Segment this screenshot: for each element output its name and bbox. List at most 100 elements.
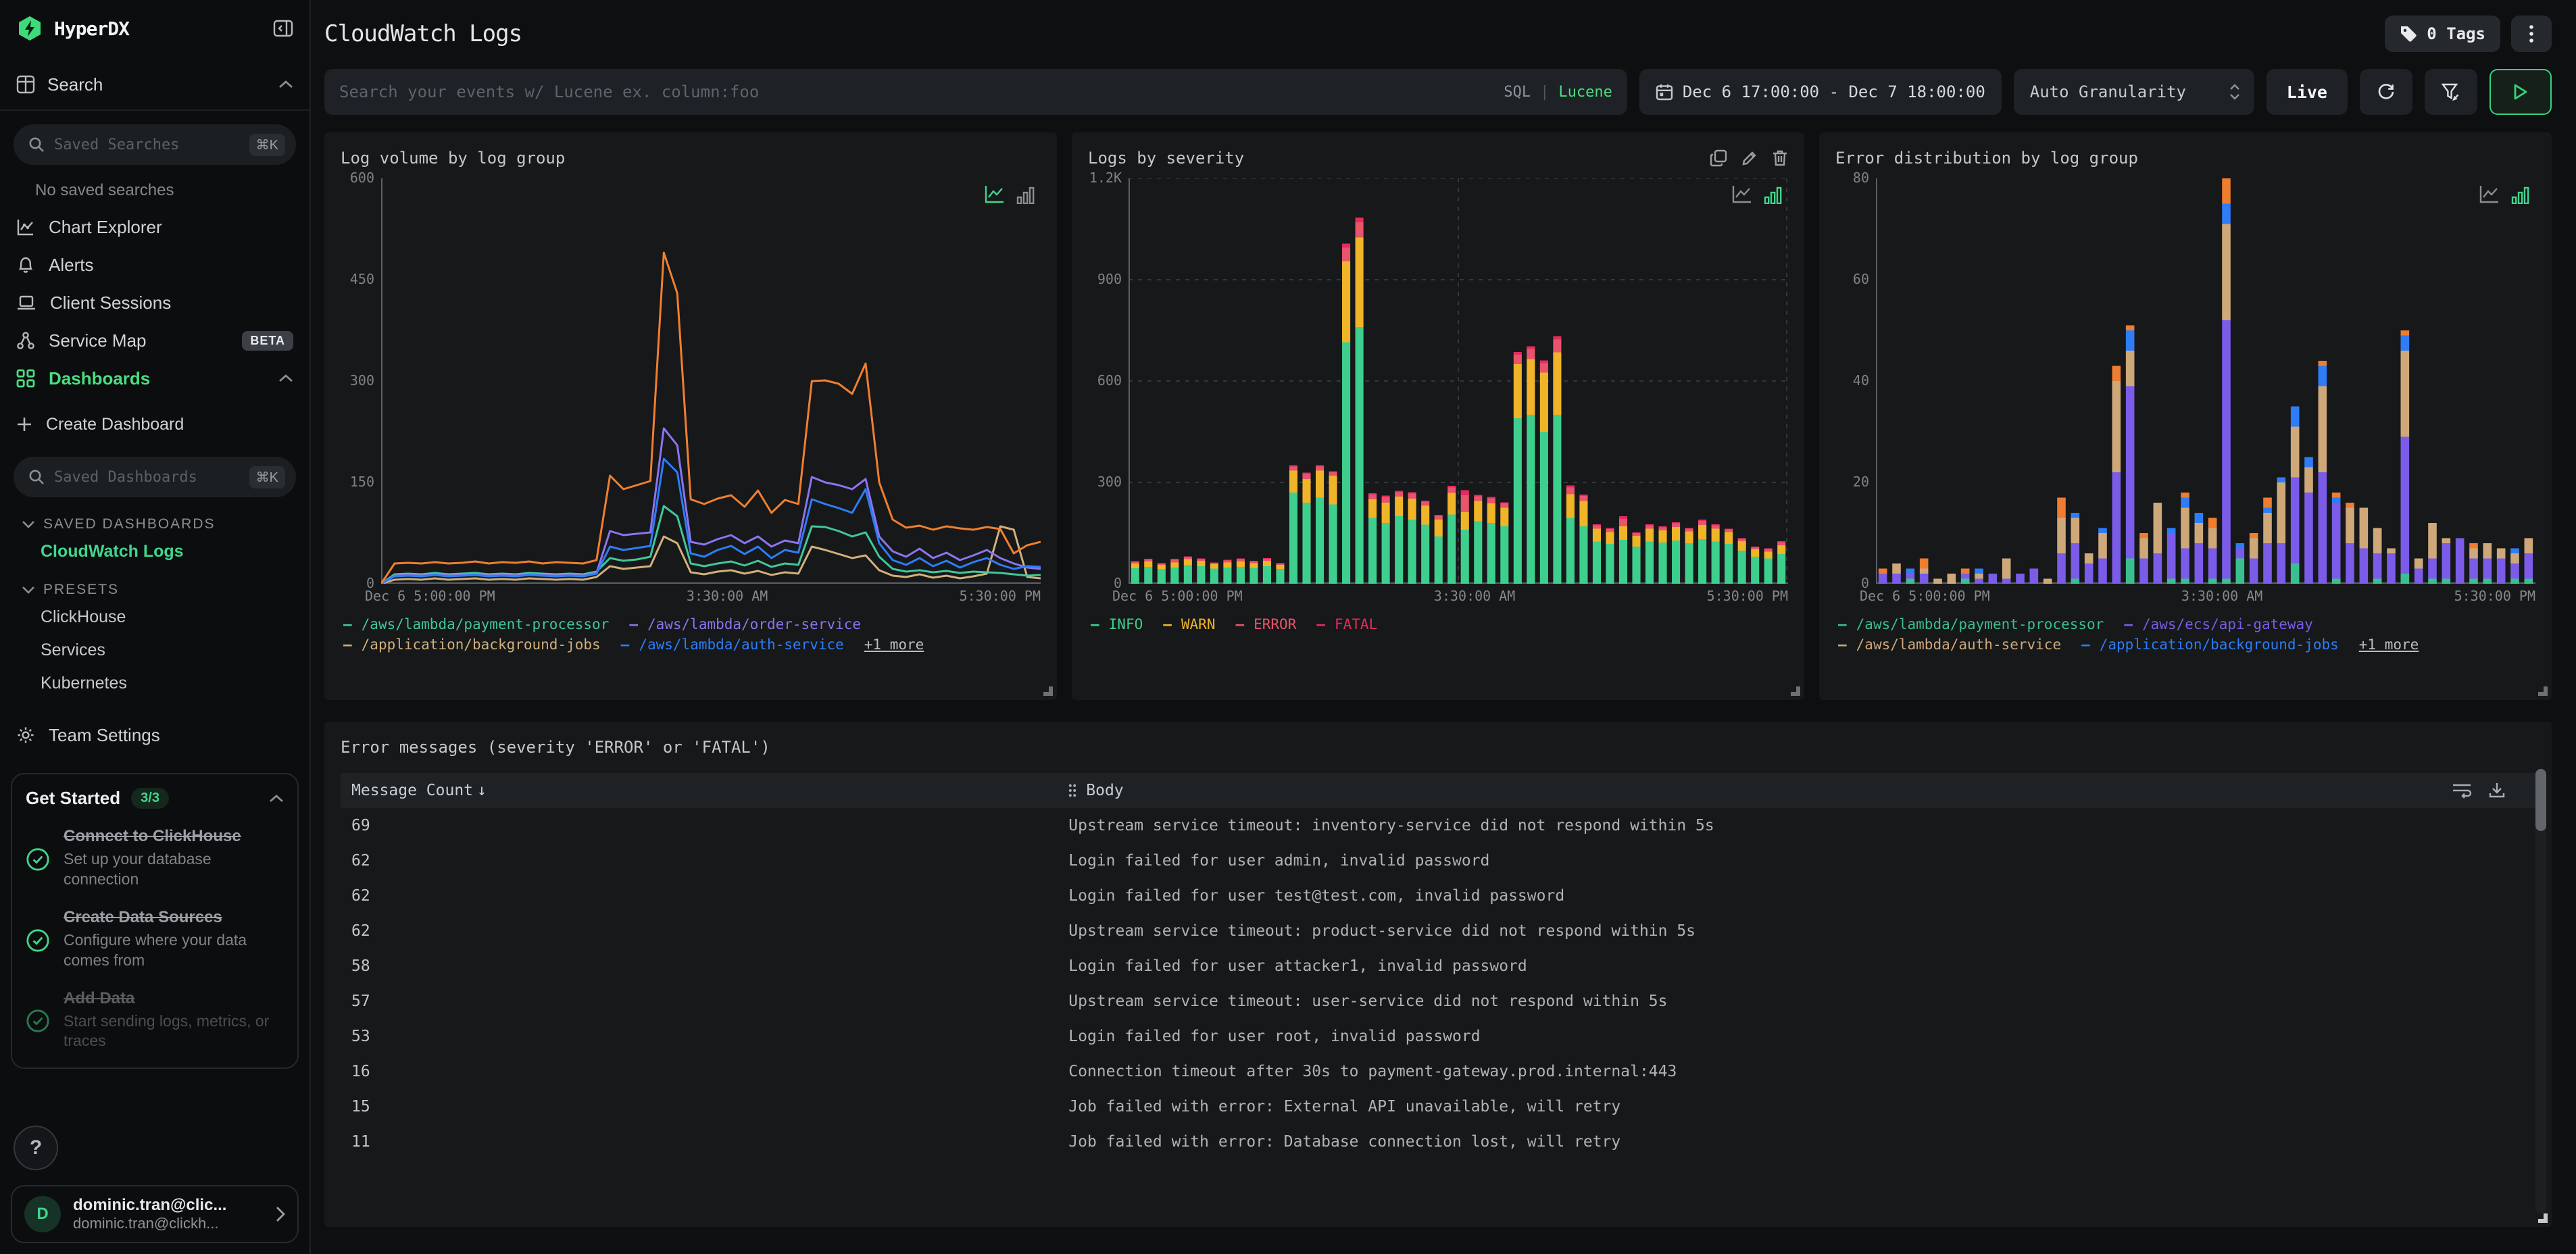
delete-panel-icon[interactable] [1772,149,1788,167]
column-header-body[interactable]: Body [1068,782,2452,799]
table-row[interactable]: 11 Job failed with error: Database connec… [341,1124,2535,1159]
duplicate-panel-icon[interactable] [1710,149,1727,167]
chevron-up-icon[interactable] [269,794,284,803]
get-started-step-connect[interactable]: Connect to ClickHouse Set up your databa… [26,826,284,890]
table-row[interactable]: 15 Job failed with error: External API un… [341,1089,2535,1124]
panel-resize-handle[interactable] [2538,1213,2548,1223]
table-row[interactable]: 62 Login failed for user admin, invalid p… [341,843,2535,878]
bar-view-toggle-icon[interactable] [2511,186,2530,204]
refresh-button[interactable] [2360,69,2412,115]
cell-message-count: 11 [351,1133,370,1151]
y-tick-label: 600 [349,169,374,186]
user-account-button[interactable]: D dominic.tran@clic... dominic.tran@clic… [11,1185,299,1243]
create-dashboard-button[interactable]: Create Dashboard [0,405,309,443]
legend-more-link[interactable]: +1 more [2359,636,2419,653]
table-scrollbar-thumb[interactable] [2535,769,2546,831]
chevron-up-icon[interactable] [278,374,293,383]
saved-searches-input[interactable] [54,136,240,153]
hyperdx-logo-icon [16,15,43,42]
table-row[interactable]: 69 Upstream service timeout: inventory-se… [341,808,2535,843]
table-row[interactable]: 62 Upstream service timeout: product-serv… [341,913,2535,949]
sidebar-item-alerts[interactable]: Alerts [0,246,309,284]
chevron-up-icon[interactable] [278,80,293,89]
legend-item[interactable]: —/application/background-jobs [2081,636,2339,653]
table-row[interactable]: 58 Login failed for user attacker1, inval… [341,949,2535,984]
sidebar-item-search[interactable]: Search [0,59,309,111]
legend-item[interactable]: —/application/background-jobs [343,636,601,653]
panel-resize-handle[interactable] [2538,686,2548,696]
lucene-mode-toggle[interactable]: Lucene [1558,84,1612,101]
legend-item[interactable]: —/aws/lambda/payment-processor [343,616,609,632]
wrap-lines-icon[interactable] [2452,782,2472,799]
legend-item[interactable]: — WARN [1163,616,1215,632]
sidebar-item-service-map[interactable]: Service Map BETA [0,322,309,359]
y-tick-label: 0 [1860,574,1869,591]
sidebar-preset-services[interactable]: Services [0,634,309,667]
sidebar-item-chart-explorer[interactable]: Chart Explorer [0,208,309,246]
line-view-toggle-icon[interactable] [984,184,1006,204]
tags-button[interactable]: 0 Tags [2385,16,2500,52]
legend-item[interactable]: —/aws/lambda/payment-processor [1838,616,2104,632]
saved-dashboards-search[interactable]: ⌘K [14,457,296,497]
table-row[interactable]: 16 Connection timeout after 30s to paymen… [341,1054,2535,1089]
collapse-sidebar-icon[interactable] [273,20,293,37]
date-range-picker[interactable]: Dec 6 17:00:00 - Dec 7 18:00:00 [1639,69,2002,115]
sidebar-item-label: Dashboards [49,368,151,388]
cell-message-count: 62 [351,922,370,940]
bar-view-toggle-icon[interactable] [1764,186,1783,204]
run-query-button[interactable] [2490,69,2552,115]
edit-panel-icon[interactable] [1741,149,1758,167]
sidebar-item-dashboards[interactable]: Dashboards [0,359,309,397]
table-scrollbar[interactable] [2535,769,2546,1213]
chart-canvas[interactable] [1129,178,1788,584]
legend-item[interactable]: — FATAL [1316,616,1377,632]
event-search-input[interactable] [339,82,1491,101]
sidebar-dashboard-cloudwatch-logs[interactable]: CloudWatch Logs [0,535,309,568]
logo-row: HyperDX [0,0,309,57]
chart-canvas[interactable] [381,178,1041,584]
get-started-step-sources[interactable]: Create Data Sources Configure where your… [26,907,284,971]
legend-item[interactable]: —/aws/lambda/order-service [629,616,861,632]
live-button[interactable]: Live [2266,69,2348,115]
legend-more-link[interactable]: +1 more [864,636,924,653]
user-name: dominic.tran@clic... [73,1196,227,1214]
bar-view-toggle-icon[interactable] [1016,186,1035,204]
line-view-toggle-icon[interactable] [1731,184,1753,204]
sidebar-preset-kubernetes[interactable]: Kubernetes [0,667,309,700]
sidebar-item-team-settings[interactable]: Team Settings [0,716,309,754]
download-icon[interactable] [2488,782,2506,799]
legend-item[interactable]: —/aws/lambda/auth-service [621,636,844,653]
sidebar-preset-clickhouse[interactable]: ClickHouse [0,601,309,634]
get-started-step-add-data[interactable]: Add Data Start sending logs, metrics, or… [26,988,284,1052]
panel-resize-handle[interactable] [1043,686,1053,696]
date-range-value: Dec 6 17:00:00 - Dec 7 18:00:00 [1682,82,1985,101]
saved-dashboards-section-header[interactable]: SAVED DASHBOARDS [0,503,309,535]
presets-section-header[interactable]: PRESETS [0,568,309,601]
table-row[interactable]: 53 Login failed for user root, invalid pa… [341,1019,2535,1054]
help-button[interactable]: ? [14,1126,58,1170]
chart-canvas[interactable] [1876,178,2535,584]
filter-button[interactable] [2425,69,2477,115]
more-menu-button[interactable] [2511,16,2552,52]
column-header-message-count[interactable]: Message Count ↓ [351,782,1068,799]
panel-error-messages: Error messages (severity 'ERROR' or 'FAT… [324,722,2552,1227]
step-title: Create Data Sources [64,907,222,926]
line-view-toggle-icon[interactable] [2479,184,2500,204]
event-search-box[interactable]: SQL | Lucene [324,69,1627,115]
legend-item[interactable]: —/aws/ecs/api-gateway [2124,616,2313,632]
granularity-select[interactable]: Auto Granularity [2013,69,2254,115]
sql-mode-toggle[interactable]: SQL [1504,84,1531,101]
sidebar-item-client-sessions[interactable]: Client Sessions [0,284,309,322]
saved-searches-search[interactable]: ⌘K [14,124,296,165]
x-tick-label: Dec 6 5:00:00 PM [365,588,495,604]
legend-item[interactable]: — ERROR [1235,616,1296,632]
table-row[interactable]: 57 Upstream service timeout: user-service… [341,984,2535,1019]
panel-resize-handle[interactable] [1791,686,1800,696]
saved-dashboards-input[interactable] [54,468,240,486]
service-map-icon [16,331,35,350]
drag-handle-icon[interactable] [1068,784,1076,797]
legend-item[interactable]: —/aws/lambda/auth-service [1838,636,2061,653]
legend-item[interactable]: — INFO [1091,616,1143,632]
cell-body: Job failed with error: External API unav… [1068,1098,1621,1115]
table-row[interactable]: 62 Login failed for user test@test.com, i… [341,878,2535,913]
